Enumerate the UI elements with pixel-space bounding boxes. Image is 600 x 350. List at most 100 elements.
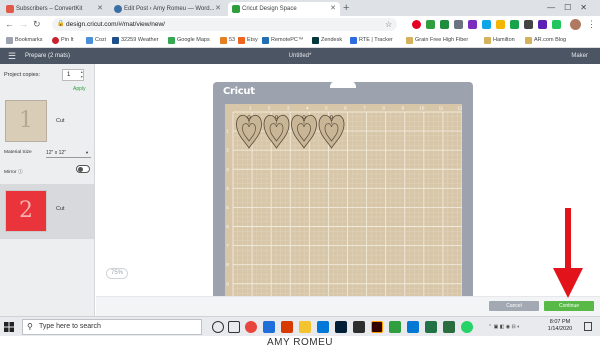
tab-edit-post[interactable]: Edit Post ‹ Amy Romeu — Word... ✕ [110,2,225,16]
mat-top-tab [330,81,356,88]
star-icon[interactable]: ☆ [385,18,392,31]
window-controls[interactable]: —☐✕ [547,1,596,14]
watermark-strip: AMY ROMEU [0,336,600,350]
illustrator-icon[interactable] [371,321,383,333]
dropbox-icon[interactable] [317,321,329,333]
bookmark-label: RTE | Tracker [359,37,393,43]
mat-item-1[interactable]: 1 Cut [0,100,94,146]
material-size-label: Material Size [4,150,32,155]
bookmark-item[interactable]: Pin It [52,33,74,48]
heart-dot [303,122,305,124]
weather-icon [112,37,119,44]
notification-icon[interactable] [584,322,592,331]
mat-number: 2 [19,198,33,223]
mat-number: 1 [19,108,33,133]
tab-title: Subscribers – ConvertKit [16,6,83,12]
watermark-text: AMY ROMEU [267,337,333,348]
photoshop-icon[interactable] [335,321,347,333]
extension-icon[interactable] [510,20,519,29]
bookmark-item[interactable]: Bookmarks [6,33,43,48]
mat-grid: 1 2 3 4 5 6 7 8 9 10 11 12 123456789 [225,104,462,304]
mat-thumbnail[interactable]: 2 [5,190,47,232]
taskbar-app-icon[interactable] [461,321,473,333]
mat-item-2[interactable]: 2 Cut [0,184,94,239]
folder-icon [525,37,532,44]
bookmark-item[interactable]: 53 [220,33,235,48]
continue-button[interactable]: Continue [544,301,594,311]
tab-title: Edit Post ‹ Amy Romeu — Word... [124,6,215,12]
pinterest-icon [52,37,59,44]
bookmarks-bar: Bookmarks Pin It Cozi 32259 Weather Goog… [0,33,600,48]
mirror-toggle[interactable] [76,165,90,173]
url-field[interactable]: 🔒 design.cricut.com/#/mat/view/new/ [52,18,397,31]
taskbar-app-icon[interactable] [281,321,293,333]
mat-mode-label: Cut [56,118,65,124]
cortana-icon[interactable] [212,321,224,333]
ruler-tick-label: 12 [457,106,462,111]
bookmark-icon [220,37,227,44]
file-explorer-icon[interactable] [299,321,311,333]
bookmark-item[interactable]: Etsy [238,33,258,48]
browser-tab-bar: Subscribers – ConvertKit ✕ Edit Post ‹ A… [0,0,600,16]
bookmark-label: AR.com Blog [534,37,567,43]
more-menu-icon[interactable]: ⋮ [587,18,596,31]
system-tray-icons[interactable]: ⌃ ▣ ◧ ◉ ⊟ ◐ [488,320,520,334]
machine-selector[interactable]: Maker [571,48,588,64]
back-icon[interactable]: ← [5,18,14,31]
tab-convertkit[interactable]: Subscribers – ConvertKit ✕ [2,2,107,16]
taskbar-app-icon[interactable] [443,321,455,333]
reload-icon[interactable]: ↻ [33,18,41,31]
windows-start-icon[interactable] [4,322,14,332]
windows-taskbar: ⚲ Type here to search ⌃ ▣ ◧ ◉ ⊟ ◐ 8:07 P… [0,316,600,336]
extension-icon[interactable] [440,20,449,29]
stepper-arrows-icon[interactable]: ▲ ▼ [80,70,83,80]
ruler-tick-label: 10 [419,106,425,111]
bookmark-label: RemotePC™ [271,37,304,43]
profile-avatar[interactable] [570,19,581,30]
taskbar-search-input[interactable]: ⚲ Type here to search [22,319,202,335]
mat-surface [225,104,462,304]
bookmark-item[interactable]: Hamilton [484,33,515,48]
taskbar-app-icon[interactable] [353,321,365,333]
extension-icon[interactable] [552,20,561,29]
bookmark-item[interactable]: 32259 Weather [112,33,159,48]
task-view-icon[interactable] [228,321,240,333]
bookmark-item[interactable]: Zendesk [312,33,342,48]
zoom-level[interactable]: 75% [106,268,129,279]
bookmark-label: Cozi [95,37,107,43]
close-icon[interactable]: ✕ [215,2,221,16]
mat-thumbnail[interactable]: 1 [5,100,47,142]
cancel-button[interactable]: Cancel [489,301,539,311]
close-icon[interactable]: ✕ [97,2,103,16]
cricut-taskbar-icon[interactable] [389,321,401,333]
bookmark-item[interactable]: Google Maps [168,33,210,48]
extension-icon[interactable] [454,20,463,29]
excel-icon[interactable] [425,321,437,333]
chrome-icon[interactable] [245,321,257,333]
bookmark-label: Bookmarks [15,37,43,43]
taskbar-clock[interactable]: 8:07 PM 1/14/2020 [540,319,580,333]
forward-icon[interactable]: → [19,18,28,31]
bookmark-item[interactable]: RTE | Tracker [350,33,393,48]
extension-icon[interactable] [426,20,435,29]
extension-icon[interactable] [496,20,505,29]
bookmark-item[interactable]: AR.com Blog [525,33,566,48]
material-size-select[interactable]: 12" x 12" ▼ [46,148,91,158]
cozi-icon [86,37,93,44]
bookmark-item[interactable]: Cozi [86,33,106,48]
extension-icon[interactable] [468,20,477,29]
extension-icon[interactable] [538,20,547,29]
pinterest-extension-icon[interactable] [412,20,421,29]
edge-icon[interactable] [263,321,275,333]
convertkit-icon [6,5,14,13]
bookmark-item[interactable]: RemotePC™ [262,33,303,48]
extension-icon[interactable] [524,20,533,29]
outlook-icon[interactable] [407,321,419,333]
extension-icon[interactable] [482,20,491,29]
close-icon[interactable]: ✕ [330,2,336,16]
apply-link[interactable]: Apply [73,86,86,92]
bookmark-label: Zendesk [321,37,343,43]
new-tab-button[interactable]: + [343,1,349,15]
tab-cricut-design-space[interactable]: Cricut Design Space ✕ [228,2,340,16]
bookmark-item[interactable]: Grain Free High Fiber [406,33,468,48]
